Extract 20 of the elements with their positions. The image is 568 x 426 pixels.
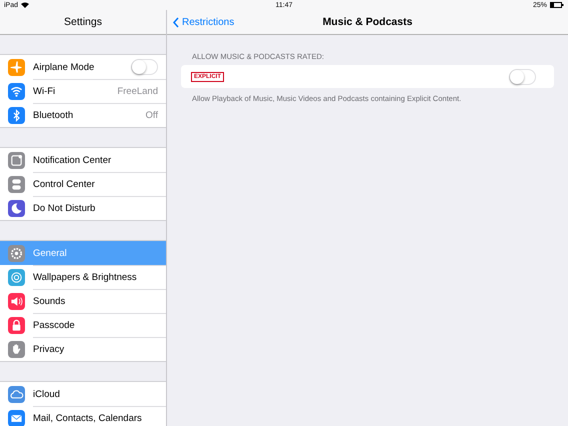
toggle-switch[interactable] [509,68,536,84]
sidebar-title: Settings [64,16,102,28]
settings-row[interactable]: iCloud [0,382,166,406]
chevron-icon [173,16,179,28]
settings-row[interactable]: Privacy [0,337,166,361]
wifi-icon [21,2,30,8]
settings-row[interactable]: Sounds [0,289,166,313]
back-button[interactable]: Restrictions [173,10,234,34]
settings-row[interactable]: Airplane Mode [0,55,166,79]
page-title: Music & Podcasts [322,16,412,28]
settings-row[interactable]: Mail, Contacts, Calendars [0,406,166,426]
settings-row[interactable]: Do Not Disturb [0,196,166,220]
settings-row[interactable]: Wallpapers & Brightness [0,265,166,289]
settings-row[interactable]: Passcode [0,313,166,337]
settings-row[interactable]: Control Center [0,172,166,196]
settings-row[interactable]: Bluetooth Off [0,103,166,127]
settings-row[interactable]: Notification Center [0,148,166,172]
battery-icon [550,2,564,8]
toggle-switch[interactable] [131,59,158,75]
settings-row[interactable]: Wi-Fi FreeLand [0,79,166,103]
